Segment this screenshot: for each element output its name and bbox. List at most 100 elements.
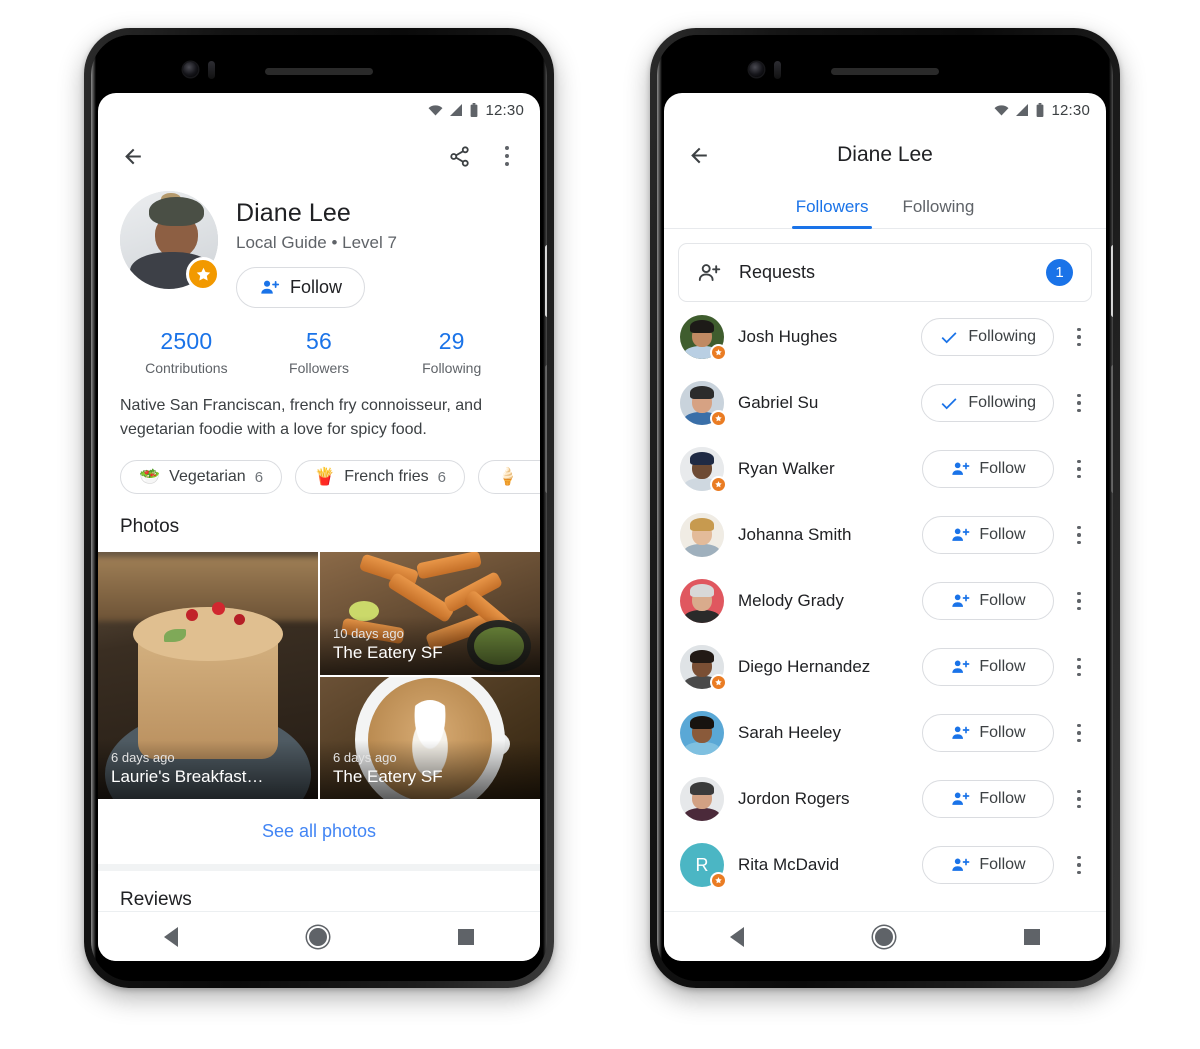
avatar-photo [680, 579, 724, 623]
nav-home-icon[interactable] [308, 927, 327, 946]
interest-chips: 🥗 Vegetarian 6 🍟 French fries 6 🍦 [98, 442, 540, 495]
follow-action-label: Follow [979, 724, 1026, 741]
more-options-icon[interactable] [1068, 652, 1090, 683]
nav-back-icon[interactable] [729, 926, 744, 947]
follow-action-label: Follow [979, 658, 1026, 675]
more-options-icon[interactable] [1068, 718, 1090, 749]
avatar[interactable] [680, 513, 724, 557]
share-icon[interactable] [446, 143, 472, 169]
photo-card-fries[interactable]: 10 days ago The Eatery SF [320, 552, 540, 675]
photo-place: Laurie's Breakfast… [111, 766, 264, 786]
more-options-icon[interactable] [1068, 850, 1090, 881]
more-options-icon[interactable] [1068, 454, 1090, 485]
follower-name: Josh Hughes [738, 327, 838, 346]
nav-recents-icon[interactable] [458, 928, 475, 945]
avatar[interactable] [680, 381, 727, 427]
follower-row[interactable]: Diego Hernandez Follow [664, 634, 1106, 700]
follower-row[interactable]: R Rita McDavid Follow [664, 832, 1106, 898]
more-options-icon[interactable] [1068, 784, 1090, 815]
page-title: Diane Lee [837, 143, 933, 166]
follow-button[interactable]: Follow [922, 780, 1054, 818]
follower-row[interactable]: Sarah Heeley Follow [664, 700, 1106, 766]
avatar-photo [680, 513, 724, 557]
avatar[interactable] [680, 447, 727, 493]
stat-value: 56 [306, 328, 332, 354]
follower-name: Melody Grady [738, 591, 844, 610]
person-add-icon [952, 594, 970, 607]
earpiece-speaker [265, 68, 373, 75]
more-options-icon[interactable] [1068, 586, 1090, 617]
photo-card-latte[interactable]: 6 days ago The Eatery SF [320, 676, 540, 799]
stat-following[interactable]: 29 Following [385, 328, 518, 376]
follow-button[interactable]: Follow [922, 714, 1054, 752]
avatar[interactable] [680, 315, 727, 361]
follower-name: Jordon Rogers [738, 789, 850, 808]
follow-button[interactable]: Follow [236, 267, 366, 308]
salad-icon: 🥗 [139, 467, 161, 487]
follower-row[interactable]: Johanna Smith Follow [664, 502, 1106, 568]
stat-followers[interactable]: 56 Followers [253, 328, 386, 376]
more-options-icon[interactable] [1068, 322, 1090, 353]
power-button[interactable] [545, 245, 547, 317]
follower-name: Rita McDavid [738, 855, 840, 874]
avatar[interactable]: R [680, 843, 727, 889]
more-options-icon[interactable] [1068, 388, 1090, 419]
follow-button[interactable]: Follow [922, 648, 1054, 686]
android-nav-bar [98, 911, 540, 961]
local-guide-badge [710, 872, 727, 889]
profile-avatar[interactable] [120, 191, 220, 291]
volume-button[interactable] [545, 365, 547, 493]
photo-card-pancakes[interactable]: 6 days ago Laurie's Breakfast… [98, 552, 318, 799]
tab-following[interactable]: Following [902, 197, 974, 229]
photo-date: 6 days ago [111, 749, 175, 765]
see-all-photos-link[interactable]: See all photos [98, 799, 540, 864]
follower-row[interactable]: Jordon Rogers Follow [664, 766, 1106, 832]
chip-count: 6 [437, 468, 447, 486]
follow-button[interactable]: Follow [922, 582, 1054, 620]
follow-button[interactable]: Follow [922, 516, 1054, 554]
stat-contributions[interactable]: 2500 Contributions [120, 328, 253, 376]
tab-followers[interactable]: Followers [791, 197, 873, 229]
device-edge-highlight [91, 35, 96, 981]
avatar[interactable] [680, 579, 724, 623]
more-options-icon[interactable] [1068, 520, 1090, 551]
follow-button[interactable]: Follow [922, 450, 1054, 488]
chip-french-fries[interactable]: 🍟 French fries 6 [295, 460, 466, 495]
avatar[interactable] [680, 711, 724, 755]
back-arrow-icon[interactable] [120, 143, 146, 169]
nav-back-icon[interactable] [163, 926, 178, 947]
following-button[interactable]: Following [921, 318, 1054, 356]
follower-row[interactable]: Ryan Walker Follow [664, 436, 1106, 502]
local-guide-badge [710, 674, 727, 691]
follow-action-label: Following [968, 394, 1036, 411]
power-button[interactable] [1111, 245, 1113, 317]
chip-vegetarian[interactable]: 🥗 Vegetarian 6 [120, 460, 283, 495]
chip-label: French fries [344, 468, 429, 486]
follower-name: Johanna Smith [738, 525, 852, 544]
avatar[interactable] [680, 645, 727, 691]
volume-button[interactable] [1111, 365, 1113, 493]
phone1-scroll-area[interactable]: Diane Lee Local Guide • Level 7 Follow 2… [98, 185, 540, 911]
local-guide-badge [710, 410, 727, 427]
follower-name: Ryan Walker [738, 459, 835, 478]
follow-action-label: Follow [979, 592, 1026, 609]
earpiece-speaker [831, 68, 939, 75]
status-clock: 12:30 [485, 101, 524, 119]
follower-row[interactable]: Melody Grady Follow [664, 568, 1106, 634]
requests-row[interactable]: Requests 1 [678, 243, 1092, 302]
fries-icon: 🍟 [314, 467, 336, 487]
front-camera-icon [749, 62, 764, 77]
nav-home-icon[interactable] [874, 927, 893, 946]
device-edge-highlight [657, 35, 662, 981]
nav-recents-icon[interactable] [1024, 928, 1041, 945]
more-options-icon[interactable] [496, 140, 518, 172]
follow-button[interactable]: Follow [922, 846, 1054, 884]
phone1-app-bar [98, 127, 540, 185]
follower-row[interactable]: Gabriel Su Following [664, 370, 1106, 436]
avatar[interactable] [680, 777, 724, 821]
follower-row[interactable]: Josh Hughes Following [664, 304, 1106, 370]
follow-action-label: Following [968, 328, 1036, 345]
screenshot-canvas: 12:30 Diane Lee Local Guide • Level 7 Fo… [0, 0, 1200, 1049]
chip-ice-cream-partial[interactable]: 🍦 [478, 460, 540, 495]
following-button[interactable]: Following [921, 384, 1054, 422]
